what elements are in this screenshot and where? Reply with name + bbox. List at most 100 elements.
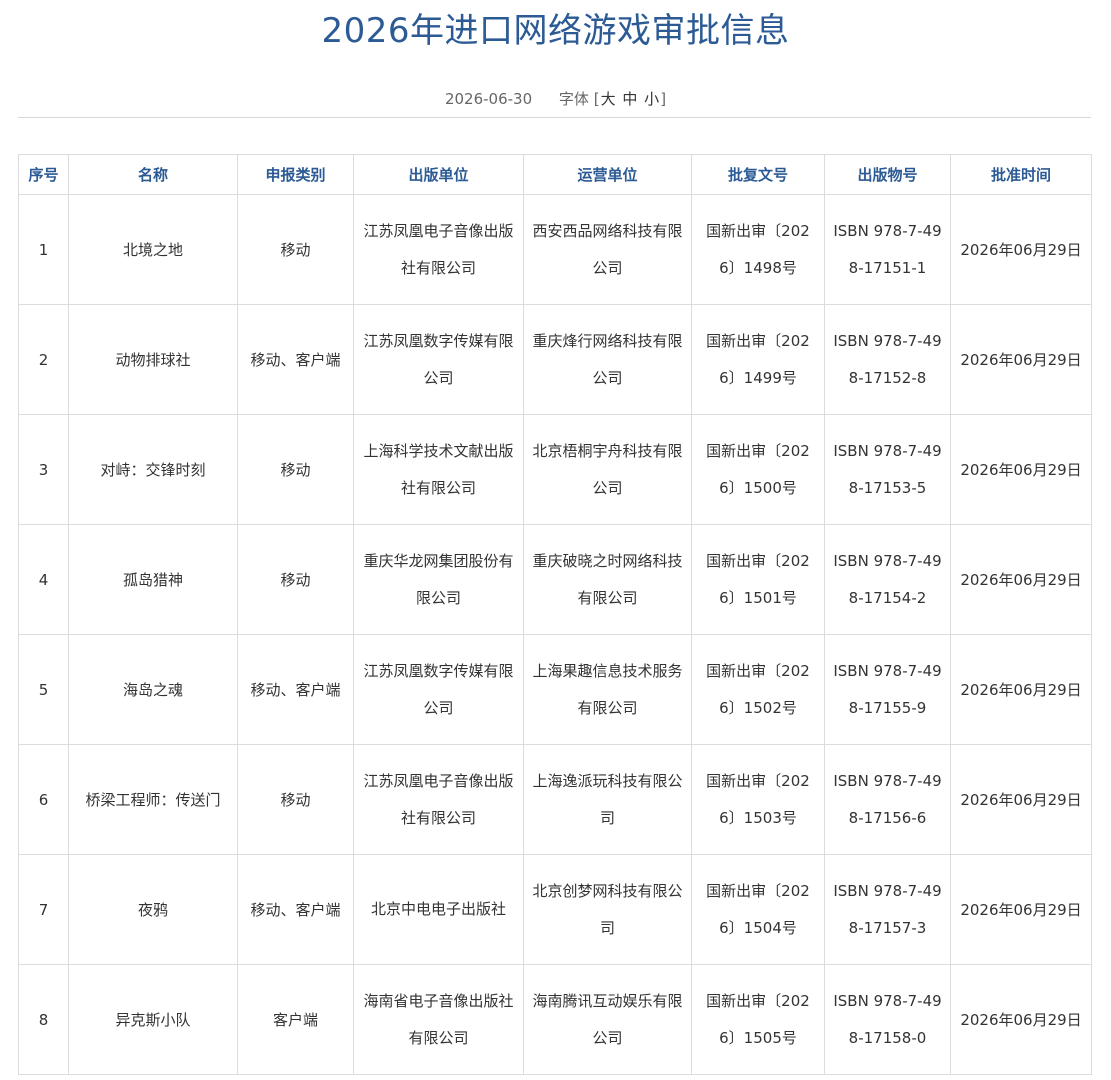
cell-isbn-text: ISBN 978-7-498-17156-6 <box>833 771 942 827</box>
cell-approval-date-text: 2026年06月29日 <box>960 350 1082 369</box>
cell-approval-date-text: 2026年06月29日 <box>960 240 1082 259</box>
font-size-medium-button[interactable]: 中 <box>621 90 638 108</box>
column-header-type: 申报类别 <box>237 154 354 195</box>
cell-category-text: 客户端 <box>272 1010 318 1029</box>
cell-category: 移动 <box>237 194 354 305</box>
cell-game-name: 桥梁工程师：传送门 <box>68 744 238 855</box>
table-row: 8 异克斯小队 客户端 海南省电子音像出版社有限公司 海南腾讯互动娱乐有限公司 国新出审〔… <box>18 964 1092 1075</box>
cell-game-name-text: 夜鸦 <box>137 900 168 919</box>
cell-operator-text: 海南腾讯互动娱乐有限公司 <box>532 991 683 1047</box>
cell-isbn: ISBN 978-7-498-17155-9 <box>824 634 951 745</box>
table-row: 5 海岛之魂 移动、客户端 江苏凤凰数字传媒有限公司 上海果趣信息技术服务有限公司 国新出… <box>18 634 1092 745</box>
cell-approval-date: 2026年06月29日 <box>950 964 1092 1075</box>
cell-approval-no-text: 国新出审〔2026〕1504号 <box>706 881 810 937</box>
column-header-name: 名称 <box>68 154 238 195</box>
cell-isbn: ISBN 978-7-498-17153-5 <box>824 414 951 525</box>
cell-isbn: ISBN 978-7-498-17156-6 <box>824 744 951 855</box>
cell-category-text: 移动 <box>280 790 311 809</box>
font-size-small-button[interactable]: 小 <box>643 90 660 108</box>
cell-game-name-text: 桥梁工程师：传送门 <box>85 790 221 809</box>
cell-game-name: 夜鸦 <box>68 854 238 965</box>
cell-approval-no-text: 国新出审〔2026〕1498号 <box>706 221 810 277</box>
cell-approval-no: 国新出审〔2026〕1499号 <box>691 304 825 415</box>
article-meta: 2026-06-30 字体 [大 中 小] <box>0 88 1111 110</box>
cell-category-text: 移动 <box>280 240 311 259</box>
cell-approval-no-text: 国新出审〔2026〕1500号 <box>706 441 810 497</box>
publish-date: 2026-06-30 <box>444 90 533 108</box>
cell-operator-text: 重庆破晓之时网络科技有限公司 <box>532 551 683 607</box>
cell-operator: 海南腾讯互动娱乐有限公司 <box>523 964 692 1075</box>
table-body: 1 北境之地 移动 江苏凤凰电子音像出版社有限公司 西安西品网络科技有限公司 国新出审〔2… <box>18 194 1092 1075</box>
cell-approval-no: 国新出审〔2026〕1503号 <box>691 744 825 855</box>
cell-isbn-text: ISBN 978-7-498-17157-3 <box>833 881 942 937</box>
cell-approval-date-text: 2026年06月29日 <box>960 570 1082 589</box>
cell-approval-no: 国新出审〔2026〕1500号 <box>691 414 825 525</box>
cell-game-name-text: 动物排球社 <box>115 350 191 369</box>
cell-index-text: 3 <box>38 460 49 479</box>
cell-index: 5 <box>18 634 69 745</box>
column-header-approval-no: 批复文号 <box>691 154 825 195</box>
cell-game-name: 对峙：交锋时刻 <box>68 414 238 525</box>
cell-publisher-text: 江苏凤凰数字传媒有限公司 <box>363 661 514 717</box>
cell-approval-no-text: 国新出审〔2026〕1503号 <box>706 771 810 827</box>
cell-operator-text: 上海果趣信息技术服务有限公司 <box>532 661 683 717</box>
cell-category: 移动、客户端 <box>237 634 354 745</box>
cell-publisher: 重庆华龙网集团股份有限公司 <box>353 524 524 635</box>
table-row: 1 北境之地 移动 江苏凤凰电子音像出版社有限公司 西安西品网络科技有限公司 国新出审〔2… <box>18 194 1092 305</box>
cell-index-text: 2 <box>38 350 49 369</box>
cell-isbn: ISBN 978-7-498-17157-3 <box>824 854 951 965</box>
cell-approval-no-text: 国新出审〔2026〕1499号 <box>706 331 810 387</box>
cell-approval-no: 国新出审〔2026〕1501号 <box>691 524 825 635</box>
cell-game-name-text: 北境之地 <box>122 240 183 259</box>
cell-category: 移动 <box>237 744 354 855</box>
cell-approval-no: 国新出审〔2026〕1504号 <box>691 854 825 965</box>
cell-isbn-text: ISBN 978-7-498-17151-1 <box>833 221 942 277</box>
cell-operator-text: 重庆烽行网络科技有限公司 <box>532 331 683 387</box>
cell-publisher: 江苏凤凰数字传媒有限公司 <box>353 304 524 415</box>
cell-publisher: 北京中电电子出版社 <box>353 854 524 965</box>
cell-index: 8 <box>18 964 69 1075</box>
column-header-operator: 运营单位 <box>523 154 692 195</box>
table-row: 4 孤岛猎神 移动 重庆华龙网集团股份有限公司 重庆破晓之时网络科技有限公司 国新出审〔2… <box>18 524 1092 635</box>
cell-publisher: 江苏凤凰电子音像出版社有限公司 <box>353 194 524 305</box>
cell-operator: 上海果趣信息技术服务有限公司 <box>523 634 692 745</box>
cell-category: 移动、客户端 <box>237 854 354 965</box>
cell-publisher: 江苏凤凰数字传媒有限公司 <box>353 634 524 745</box>
cell-operator: 西安西品网络科技有限公司 <box>523 194 692 305</box>
cell-approval-date-text: 2026年06月29日 <box>960 790 1082 809</box>
cell-index-text: 4 <box>38 570 49 589</box>
cell-index: 6 <box>18 744 69 855</box>
cell-operator: 重庆烽行网络科技有限公司 <box>523 304 692 415</box>
cell-index-text: 5 <box>38 680 49 699</box>
cell-category-text: 移动 <box>280 460 311 479</box>
font-size-large-button[interactable]: 大 <box>600 90 617 108</box>
cell-approval-date-text: 2026年06月29日 <box>960 460 1082 479</box>
table-row: 6 桥梁工程师：传送门 移动 江苏凤凰电子音像出版社有限公司 上海逸派玩科技有限公司 国新… <box>18 744 1092 855</box>
cell-game-name-text: 异克斯小队 <box>115 1010 191 1029</box>
cell-index: 3 <box>18 414 69 525</box>
column-header-isbn: 出版物号 <box>824 154 951 195</box>
cell-operator: 北京创梦网科技有限公司 <box>523 854 692 965</box>
cell-approval-no: 国新出审〔2026〕1502号 <box>691 634 825 745</box>
cell-approval-date-text: 2026年06月29日 <box>960 1010 1082 1029</box>
column-header-index: 序号 <box>18 154 69 195</box>
cell-approval-date: 2026年06月29日 <box>950 194 1092 305</box>
cell-isbn-text: ISBN 978-7-498-17153-5 <box>833 441 942 497</box>
cell-game-name-text: 海岛之魂 <box>122 680 183 699</box>
cell-index: 4 <box>18 524 69 635</box>
cell-operator-text: 北京创梦网科技有限公司 <box>532 881 683 937</box>
cell-index: 2 <box>18 304 69 415</box>
page-title: 2026年进口网络游戏审批信息 <box>321 11 790 51</box>
cell-approval-no: 国新出审〔2026〕1505号 <box>691 964 825 1075</box>
cell-category: 移动、客户端 <box>237 304 354 415</box>
table-header-row: 序号 名称 申报类别 出版单位 运营单位 批复文号 出版物号 批准时间 <box>18 154 1092 195</box>
cell-game-name-text: 孤岛猎神 <box>122 570 183 589</box>
cell-publisher-text: 北京中电电子出版社 <box>370 900 506 918</box>
cell-game-name: 北境之地 <box>68 194 238 305</box>
cell-isbn: ISBN 978-7-498-17151-1 <box>824 194 951 305</box>
cell-approval-date-text: 2026年06月29日 <box>960 680 1082 699</box>
cell-index: 1 <box>18 194 69 305</box>
cell-category-text: 移动、客户端 <box>250 350 341 369</box>
cell-isbn-text: ISBN 978-7-498-17152-8 <box>833 331 942 387</box>
cell-index-text: 7 <box>38 900 49 919</box>
